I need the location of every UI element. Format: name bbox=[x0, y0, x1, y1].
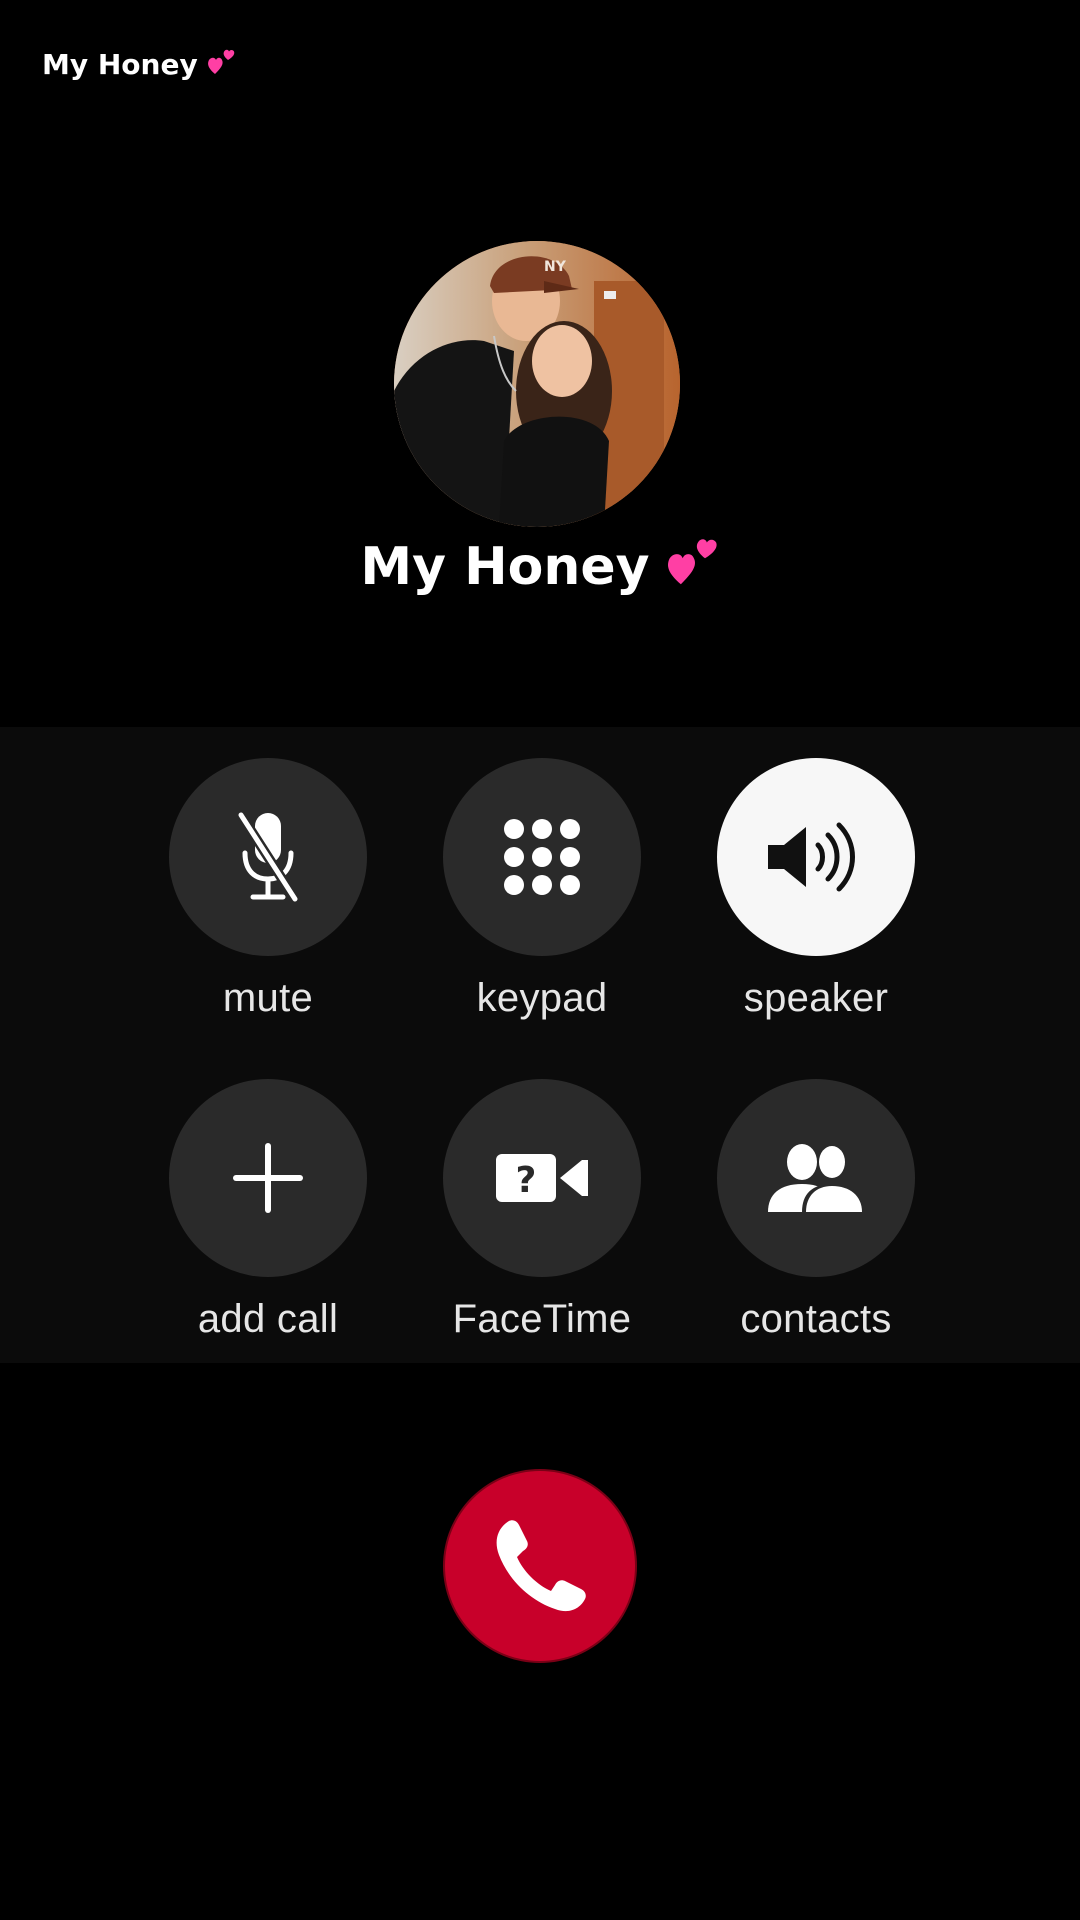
people-icon bbox=[768, 1144, 864, 1212]
speaker-control: speaker bbox=[716, 758, 916, 1021]
add-call-button[interactable] bbox=[169, 1079, 367, 1277]
caller-name-text: My Honey bbox=[360, 536, 650, 597]
avatar-photo: NY bbox=[394, 241, 680, 527]
phone-hangup-icon bbox=[496, 1520, 586, 1612]
keypad-button[interactable] bbox=[443, 758, 641, 956]
contact-avatar: NY bbox=[394, 241, 680, 527]
mute-button[interactable] bbox=[169, 758, 367, 956]
video-question-icon: ? bbox=[496, 1154, 588, 1202]
caller-name: My Honey bbox=[0, 536, 1080, 597]
plus-icon bbox=[233, 1143, 303, 1213]
speaker-wave-icon bbox=[768, 822, 855, 892]
facetime-control: ? FaceTime bbox=[442, 1079, 642, 1342]
facetime-button[interactable]: ? bbox=[443, 1079, 641, 1277]
speaker-label: speaker bbox=[743, 976, 889, 1020]
contacts-control: contacts bbox=[716, 1079, 916, 1342]
top-caller-name: My Honey bbox=[42, 48, 198, 81]
contacts-button[interactable] bbox=[717, 1079, 915, 1277]
add-call-label: add call bbox=[197, 1297, 339, 1341]
add-call-control: add call bbox=[168, 1079, 368, 1342]
hearts-emoji-icon bbox=[206, 48, 236, 81]
mic-slash-icon bbox=[236, 812, 300, 902]
contacts-label: contacts bbox=[740, 1297, 892, 1341]
svg-text:NY: NY bbox=[544, 259, 567, 275]
keypad-label: keypad bbox=[476, 976, 608, 1020]
mute-control: mute bbox=[168, 758, 368, 1021]
speaker-button[interactable] bbox=[717, 758, 915, 956]
call-controls-panel: mute keypad speaker add call ? FaceTime … bbox=[0, 727, 1080, 1363]
keypad-control: keypad bbox=[442, 758, 642, 1021]
top-caller-label: My Honey bbox=[42, 48, 236, 81]
end-call-button[interactable] bbox=[445, 1471, 635, 1661]
caller-hearts-emoji-icon bbox=[664, 536, 720, 597]
svg-text:?: ? bbox=[516, 1160, 537, 1201]
mute-label: mute bbox=[222, 976, 314, 1020]
keypad-icon bbox=[504, 819, 580, 895]
facetime-label: FaceTime bbox=[452, 1297, 632, 1341]
